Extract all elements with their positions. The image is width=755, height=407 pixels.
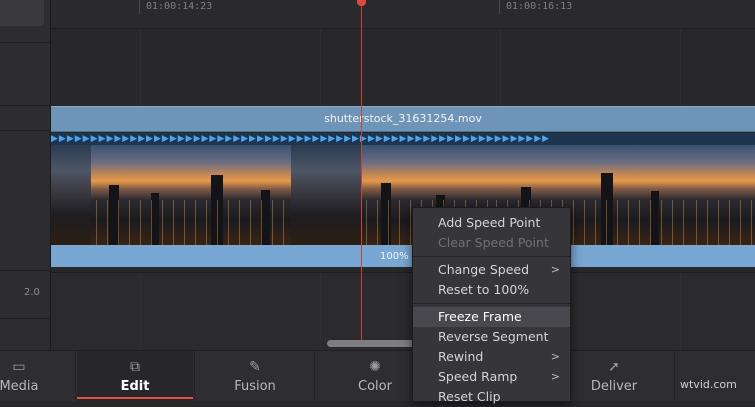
track-divider — [0, 42, 50, 43]
thumbnail-frame — [691, 145, 755, 245]
playhead-line[interactable] — [361, 0, 362, 340]
watermark: wtvid.com — [680, 378, 737, 391]
menu-item-rewind[interactable]: Rewind > — [413, 347, 570, 367]
grid-line — [680, 29, 681, 105]
menu-item-freeze-frame[interactable]: Freeze Frame — [413, 307, 570, 327]
menu-item-reset-to-100[interactable]: Reset to 100% — [413, 280, 570, 300]
grid-line — [320, 29, 321, 105]
page-tab-fusion[interactable]: ✎ Fusion — [196, 351, 314, 401]
video-clip-header[interactable]: shutterstock_31631254.mov — [51, 106, 755, 132]
chevron-right-icon: > — [550, 370, 560, 383]
ruler-tick — [499, 0, 500, 14]
thumbnail-frame — [51, 145, 91, 245]
edit-icon: ⧉ — [130, 359, 140, 375]
page-tab-label: Fusion — [234, 379, 276, 394]
menu-item-speed-ramp[interactable]: Speed Ramp > — [413, 367, 570, 387]
track-divider — [0, 318, 50, 319]
page-tab-label: Media — [0, 379, 39, 394]
timeline-scrollbar[interactable] — [327, 340, 415, 347]
timecode-ruler[interactable]: 01:00:14:23 01:00:16:13 — [51, 0, 755, 29]
grid-line — [140, 29, 141, 105]
chevron-right-icon: > — [550, 350, 560, 363]
menu-separator — [413, 256, 570, 257]
thumbnail-frame — [291, 145, 361, 245]
menu-item-add-speed-point[interactable]: Add Speed Point — [413, 213, 570, 233]
menu-item-reset-clip[interactable]: Reset Clip — [413, 387, 570, 407]
timecode-label: 01:00:16:13 — [506, 1, 573, 12]
track-divider — [0, 105, 50, 106]
page-tab-label: Edit — [120, 379, 150, 394]
deliver-icon: ➚ — [608, 359, 620, 375]
retime-context-menu: Add Speed Point Clear Speed Point Change… — [412, 207, 571, 404]
track-divider — [0, 270, 50, 271]
track-divider — [0, 130, 50, 131]
thumbnail-frame — [91, 145, 291, 245]
page-tab-deliver[interactable]: ➚ Deliver — [555, 351, 673, 401]
speed-arrows-icon: ▶▶▶▶▶▶▶▶▶▶▶▶▶▶▶▶▶▶▶▶▶▶▶▶▶▶▶▶▶▶▶▶▶▶▶▶▶▶▶▶… — [51, 134, 551, 144]
menu-separator — [413, 303, 570, 304]
speed-percent: 100% — [380, 251, 409, 262]
page-tab-label: Deliver — [590, 379, 638, 394]
track-header-panel: 2.0 — [0, 0, 51, 350]
page-navigation-bar: ▭ Media ⧉ Edit ✎ Fusion ✺ Color ➚ Delive… — [0, 350, 755, 401]
menu-item-clear-speed-point: Clear Speed Point — [438, 235, 549, 250]
chevron-right-icon: > — [550, 263, 560, 276]
active-page-indicator — [77, 397, 193, 399]
clip-thumbnails[interactable] — [51, 145, 755, 245]
ruler-tick — [139, 0, 140, 14]
page-tab-edit[interactable]: ⧉ Edit — [77, 351, 193, 401]
track-label: 2.0 — [24, 287, 40, 298]
timecode-label: 01:00:14:23 — [146, 1, 213, 12]
menu-item-change-speed[interactable]: Change Speed > — [413, 260, 570, 280]
track-header-button[interactable] — [0, 0, 44, 26]
page-tab-media[interactable]: ▭ Media — [0, 351, 54, 401]
grid-line — [500, 29, 501, 105]
fusion-icon: ✎ — [249, 359, 261, 375]
media-icon: ▭ — [12, 359, 26, 375]
menu-item-reverse-segment[interactable]: Reverse Segment — [413, 327, 570, 347]
clip-name: shutterstock_31631254.mov — [324, 112, 482, 125]
speed-direction-strip: ▶▶▶▶▶▶▶▶▶▶▶▶▶▶▶▶▶▶▶▶▶▶▶▶▶▶▶▶▶▶▶▶▶▶▶▶▶▶▶▶… — [51, 133, 755, 145]
